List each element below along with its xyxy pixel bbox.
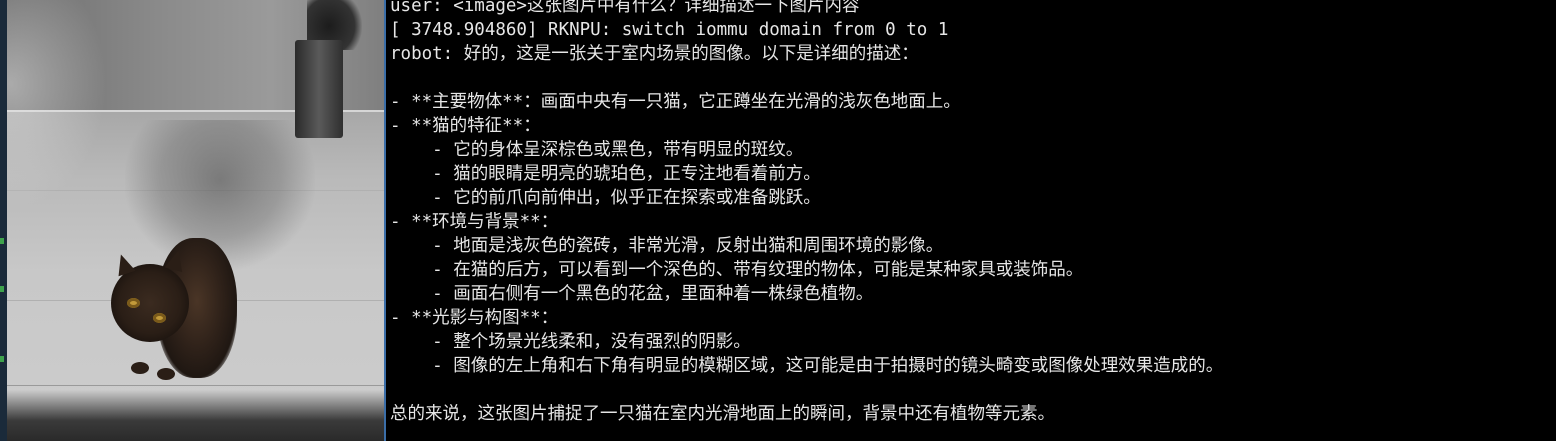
gutter-marker	[0, 238, 4, 244]
blur-region	[7, 0, 107, 210]
terminal-line: - **环境与背景**：	[390, 212, 559, 232]
terminal-line: - 它的前爪向前伸出，似乎正在探索或准备跳跃。	[390, 188, 821, 208]
gutter-marker	[0, 356, 4, 362]
terminal-line-summary: 总的来说，这张图片捕捉了一只猫在室内光滑地面上的瞬间，背景中还有植物等元素。	[390, 404, 1055, 424]
cat-eye	[153, 313, 166, 323]
left-window-edge	[0, 0, 7, 441]
cat-eye	[127, 298, 140, 308]
photo-bottom-edge	[7, 390, 384, 441]
terminal-line: - **猫的特征**：	[390, 116, 541, 136]
terminal-line: - 在猫的后方，可以看到一个深色的、带有纹理的物体，可能是某种家具或装饰品。	[390, 260, 1084, 280]
gutter-marker	[0, 286, 4, 292]
terminal-line: - **主要物体**：画面中央有一只猫，它正蹲坐在光滑的浅灰色地面上。	[390, 92, 961, 112]
terminal-line-robot-reply: robot: 好的，这是一张关于室内场景的图像。以下是详细的描述：	[390, 44, 919, 64]
terminal-line: - 它的身体呈深棕色或黑色，带有明显的斑纹。	[390, 140, 804, 160]
cat-head	[111, 264, 189, 342]
terminal-line-user-prompt: user: <image>这张图片中有什么？详细描述一下图片内容	[390, 0, 860, 16]
terminal-line: - 整个场景光线柔和，没有强烈的阴影。	[390, 332, 751, 352]
floor-seam	[7, 385, 384, 386]
terminal-line: - 地面是浅灰色的瓷砖，非常光滑，反射出猫和周围环境的影像。	[390, 236, 944, 256]
terminal-line: - 图像的左上角和右下角有明显的模糊区域，这可能是由于拍摄时的镜头畸变或图像处理…	[390, 356, 1224, 376]
cat-paw	[131, 362, 149, 374]
cat-paw	[157, 368, 175, 380]
terminal-line-kernel-log: [ 3748.904860] RKNPU: switch iommu domai…	[390, 20, 949, 40]
terminal-window[interactable]: user: <image>这张图片中有什么？详细描述一下图片内容 [ 3748.…	[386, 0, 1556, 441]
terminal-line: - **光影与构图**：	[390, 308, 559, 328]
terminal-line: - 猫的眼睛是明亮的琥珀色，正专注地看着前方。	[390, 164, 821, 184]
terminal-line: - 画面右侧有一个黑色的花盆，里面种着一株绿色植物。	[390, 284, 874, 304]
cat-photo	[7, 0, 384, 441]
